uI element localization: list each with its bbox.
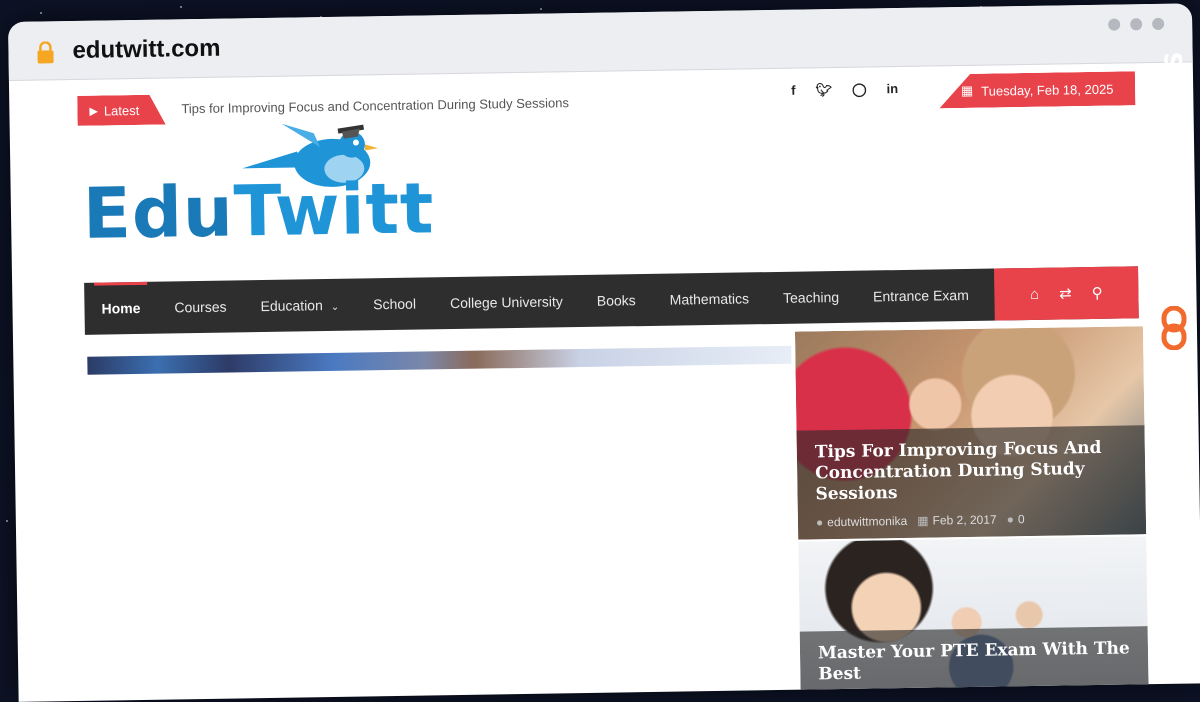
nav-item-school[interactable]: School xyxy=(356,295,433,313)
post-date: ▦ Feb 2, 2017 xyxy=(917,512,997,528)
nav-actions: ⌂ ⇄ ⚲ xyxy=(993,266,1139,321)
featured-post-card[interactable]: Master Your PTE Exam With The Best xyxy=(798,536,1149,702)
twitter-icon[interactable]: 🐦︎ xyxy=(815,82,832,98)
social-links: f 🐦︎ ◯ in xyxy=(791,81,898,99)
guestpostlinks-watermark: GUESTPOSTLINKS xyxy=(1156,50,1192,360)
nav-item-courses[interactable]: Courses xyxy=(157,298,243,316)
facebook-icon[interactable]: f xyxy=(791,83,796,99)
chevron-down-icon: ⌄ xyxy=(330,301,340,313)
featured-image[interactable] xyxy=(87,345,792,375)
post-title[interactable]: Master Your PTE Exam With The Best xyxy=(818,638,1131,685)
window-dot-icon[interactable] xyxy=(1108,18,1121,31)
browser-window: edutwitt.com ▶ Latest Tips for Improving… xyxy=(8,3,1200,702)
user-icon: ● xyxy=(815,515,824,530)
comment-icon: ● xyxy=(1006,512,1014,527)
post-meta: ● edutwittmonika ▦ Feb 2, 2017 ● 0 xyxy=(816,510,1128,529)
nav-item-mathematics[interactable]: Mathematics xyxy=(653,290,767,308)
link-icon xyxy=(1161,306,1187,350)
nav-item-books[interactable]: Books xyxy=(580,292,653,309)
calendar-icon: ▦ xyxy=(917,513,929,528)
date-display: ▦ Tuesday, Feb 18, 2025 xyxy=(939,71,1136,108)
nav-item-college-university[interactable]: College University xyxy=(433,293,580,311)
logo-text: EduTwitt xyxy=(82,167,436,255)
watermark-text: GUESTPOSTLINKS xyxy=(1160,50,1188,306)
site-logo[interactable]: EduTwitt xyxy=(82,123,435,263)
top-bar: ▶ Latest Tips for Improving Focus and Co… xyxy=(9,70,1193,125)
latest-label: Latest xyxy=(103,102,140,119)
nav-item-education[interactable]: Education ⌄ xyxy=(243,297,356,315)
window-controls xyxy=(1108,17,1165,31)
main-navigation: Home Courses Education ⌄ School College U… xyxy=(84,266,1139,335)
post-overlay: Tips For Improving Focus And Concentrati… xyxy=(796,425,1147,540)
linkedin-icon[interactable]: in xyxy=(886,81,898,97)
post-title[interactable]: Tips For Improving Focus And Concentrati… xyxy=(815,437,1128,505)
address-bar-url[interactable]: edutwitt.com xyxy=(72,35,220,65)
nav-item-entrance-exam[interactable]: Entrance Exam xyxy=(856,287,986,305)
instagram-icon[interactable]: ◯ xyxy=(852,82,867,98)
nav-item-home[interactable]: Home xyxy=(84,300,157,317)
lock-icon xyxy=(37,41,54,64)
search-icon[interactable]: ⚲ xyxy=(1092,284,1103,302)
nav-item-teaching[interactable]: Teaching xyxy=(766,289,856,306)
megaphone-icon: ▶ xyxy=(89,105,98,118)
nav-item-label: Education xyxy=(260,297,323,315)
window-dot-icon[interactable] xyxy=(1130,18,1143,31)
news-ticker-link[interactable]: Tips for Improving Focus and Concentrati… xyxy=(181,95,569,116)
featured-post-card[interactable]: Tips For Improving Focus And Concentrati… xyxy=(794,326,1147,540)
post-overlay: Master Your PTE Exam With The Best xyxy=(799,626,1149,702)
shuffle-icon[interactable]: ⇄ xyxy=(1059,284,1072,302)
date-text: Tuesday, Feb 18, 2025 xyxy=(981,81,1114,99)
post-author[interactable]: ● edutwittmonika xyxy=(816,514,908,529)
latest-badge: ▶ Latest xyxy=(77,95,165,126)
home-icon[interactable]: ⌂ xyxy=(1030,285,1039,302)
window-dot-icon[interactable] xyxy=(1152,17,1165,31)
post-comments[interactable]: ● 0 xyxy=(1007,512,1025,526)
calendar-icon: ▦ xyxy=(960,82,974,99)
